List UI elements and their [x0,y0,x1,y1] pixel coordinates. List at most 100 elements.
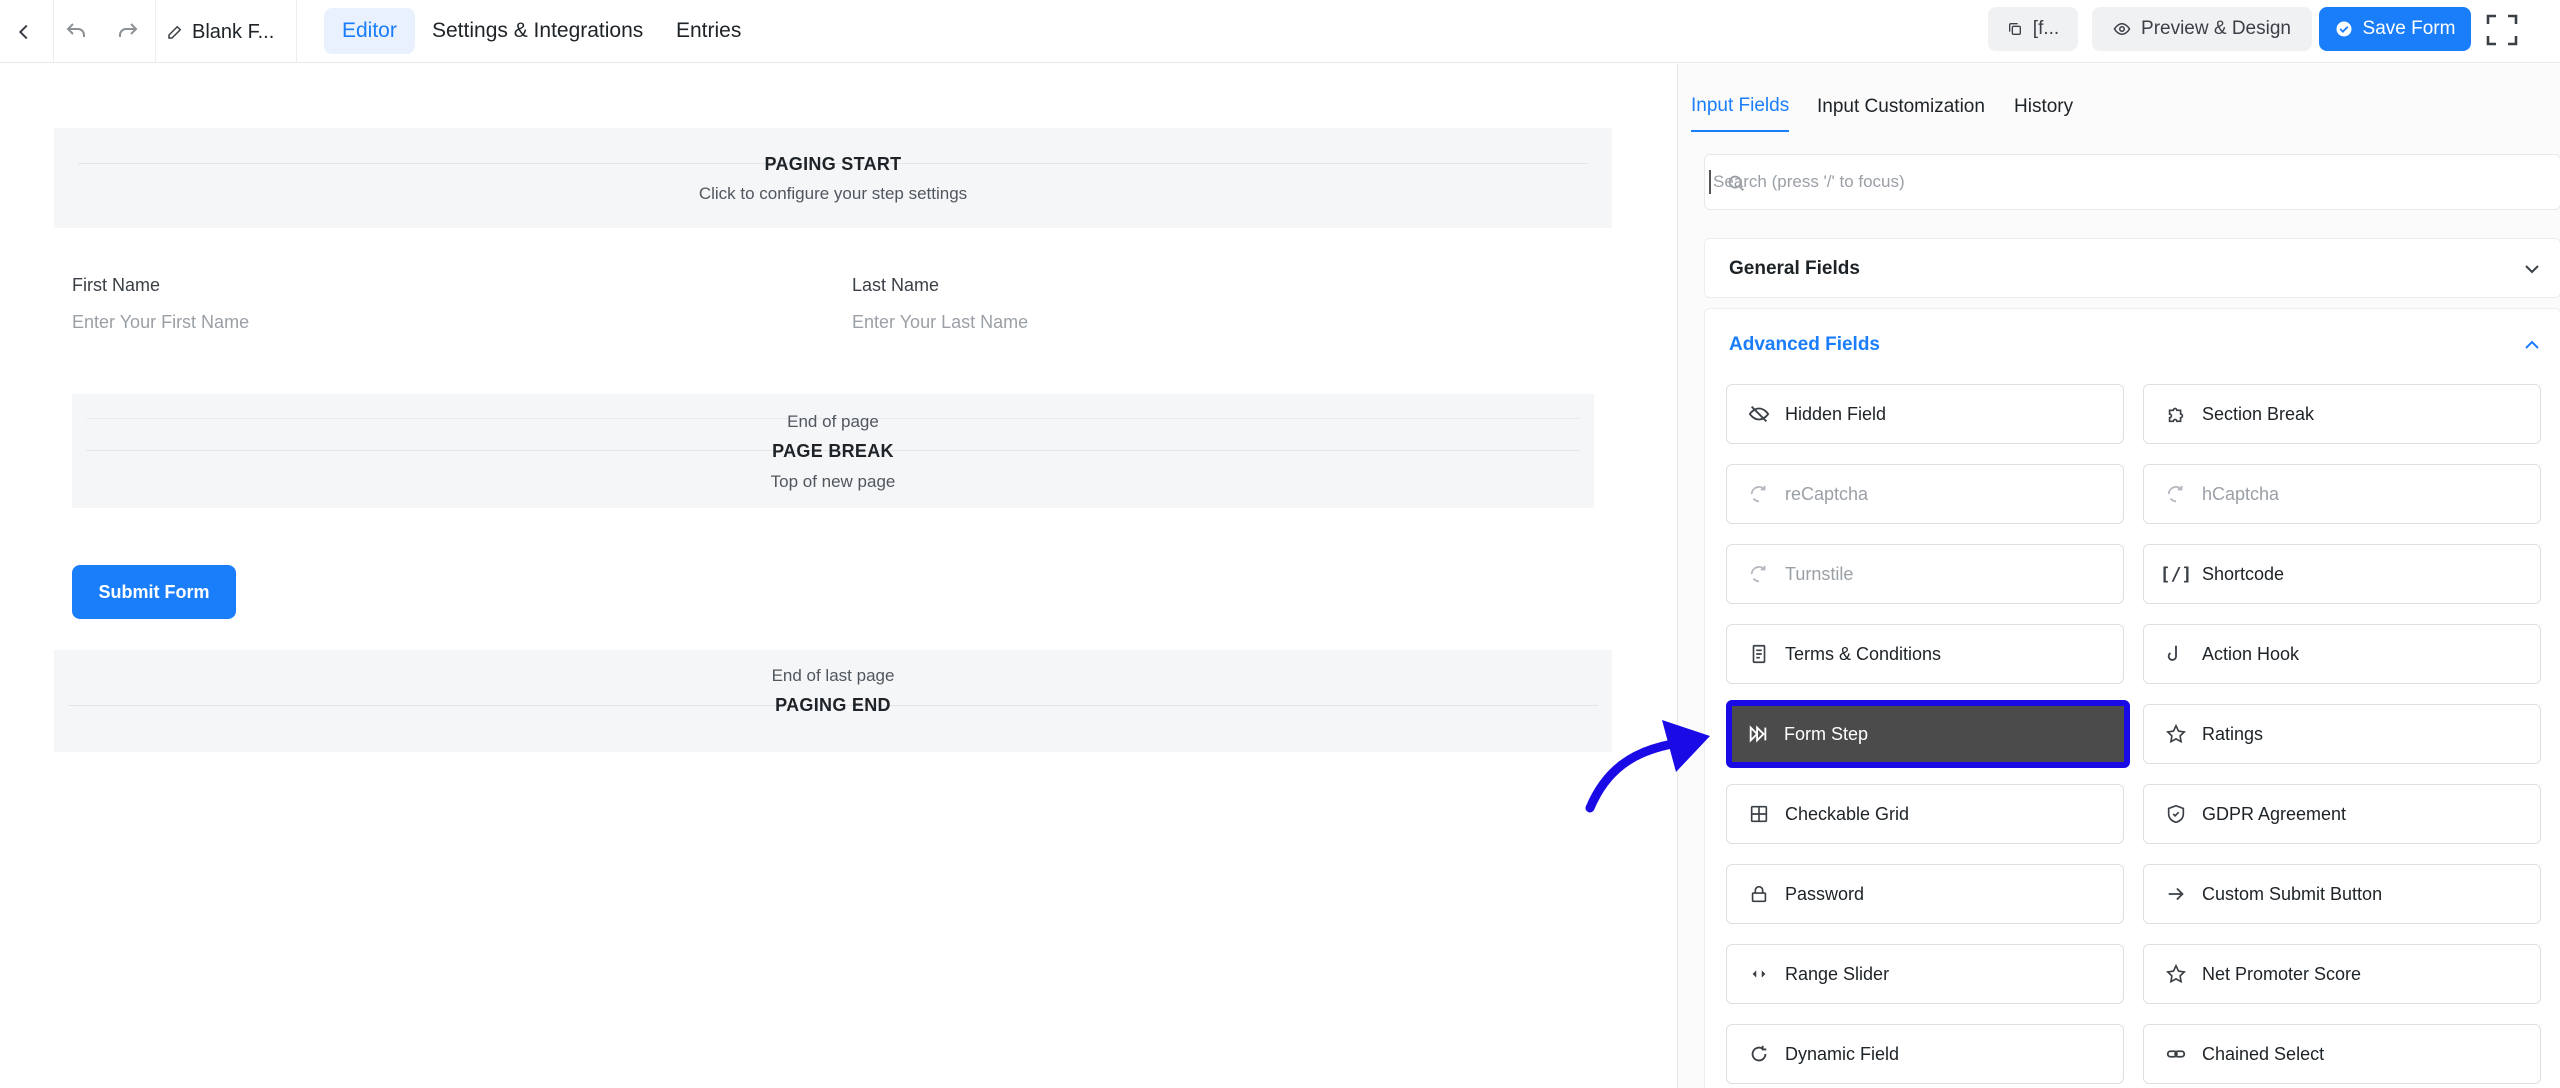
hidden-field-label: Hidden Field [1785,403,1887,424]
password-label: Password [1785,883,1865,904]
save-form-button[interactable]: Save Form [2319,7,2471,51]
ratings-button[interactable]: Ratings [2143,704,2541,764]
first-name-input[interactable]: Enter Your First Name [72,312,249,333]
terms-conditions-button[interactable]: Terms & Conditions [1726,624,2124,684]
fullscreen-icon[interactable] [2482,10,2522,50]
save-label: Save Form [2362,18,2456,39]
paging-start-block[interactable]: PAGING START Click to configure your ste… [54,128,1612,228]
chevron-up-icon[interactable] [2520,333,2544,357]
pencil-icon [168,25,182,39]
page-break-bottom-text: Top of new page [770,472,896,491]
gdpr-agreement-label: GDPR Agreement [2202,803,2347,824]
general-fields-accordion[interactable]: General Fields [1704,238,2560,298]
divider [53,0,54,63]
last-name-label: Last Name [852,275,940,295]
tab-input-fields[interactable]: Input Fields [1691,82,1790,132]
arrow-right-icon [2164,882,2188,906]
search-placeholder: Search (press '/' to focus) [1713,172,1905,191]
grid-icon [1747,802,1771,826]
chained-select-label: Chained Select [2202,1043,2325,1064]
recaptcha-label: reCaptcha [1785,483,1869,504]
range-slider-label: Range Slider [1785,963,1890,984]
captcha-icon [1747,482,1771,506]
lock-icon [1747,882,1771,906]
checkable-grid-button[interactable]: Checkable Grid [1726,784,2124,844]
submit-form-button[interactable]: Submit Form [72,565,236,619]
general-fields-title: General Fields [1729,258,1860,279]
paging-end-block[interactable]: End of last page PAGING END [54,650,1612,752]
advanced-fields-title[interactable]: Advanced Fields [1729,334,1880,356]
password-button[interactable]: Password [1726,864,2124,924]
divider [155,0,156,63]
chained-select-button[interactable]: Chained Select [2143,1024,2541,1084]
text-cursor [1709,170,1711,194]
shortcode-icon: [/] [2159,563,2193,585]
shortcode-copy-button[interactable]: [f... [1988,7,2078,51]
form-title[interactable]: Blank F... [166,15,274,49]
paging-start-subtitle: Click to configure your step settings [698,184,968,203]
form-title-text: Blank F... [192,20,275,43]
link-icon [2164,1042,2188,1066]
dynamic-field-label: Dynamic Field [1785,1043,1900,1064]
tab-entries[interactable]: Entries [658,8,759,54]
form-step-label: Form Step [1784,723,1869,744]
paging-start-title: PAGING START [764,154,902,174]
section-break-button[interactable]: Section Break [2143,384,2541,444]
page-break-top-text: End of page [787,412,879,431]
checkable-grid-label: Checkable Grid [1785,803,1910,824]
net-promoter-score-label: Net Promoter Score [2202,963,2362,984]
top-bar: Blank F... Editor Settings & Integration… [0,0,2560,63]
form-step-button[interactable]: Form Step [1726,700,2130,768]
paging-end-top-text: End of last page [771,666,895,685]
range-slider-button[interactable]: Range Slider [1726,944,2124,1004]
copy-icon [2008,23,2021,35]
last-name-input[interactable]: Enter Your Last Name [852,312,1028,333]
undo-icon[interactable] [56,12,96,52]
paging-end-title: PAGING END [775,695,891,715]
hcaptcha-button[interactable]: hCaptcha [2143,464,2541,524]
first-name-label: First Name [72,275,161,295]
terms-conditions-label: Terms & Conditions [1785,643,1942,664]
slider-icon [1747,962,1771,986]
chevron-down-icon [2525,265,2539,274]
tab-input-customization[interactable]: Input Customization [1817,82,1985,132]
eye-icon [2113,22,2131,36]
shortcode-label: [f... [2032,18,2060,39]
ratings-label: Ratings [2202,723,2264,744]
captcha-icon [1747,562,1771,586]
shortcode-field-label: Shortcode [2202,563,2285,584]
hook-icon [2164,642,2188,666]
puzzle-icon [2164,402,2188,426]
shortcode-button[interactable]: [/] Shortcode [2143,544,2541,604]
turnstile-label: Turnstile [1785,563,1854,584]
refresh-icon [1747,1042,1771,1066]
skip-icon [1746,722,1770,746]
star-icon [2164,962,2188,986]
custom-submit-button-button[interactable]: Custom Submit Button [2143,864,2541,924]
annotation-arrow-icon [1585,720,1710,813]
action-hook-button[interactable]: Action Hook [2143,624,2541,684]
star-icon [2164,722,2188,746]
form-editor-canvas: PAGING START Click to configure your ste… [0,64,1677,1088]
divider [296,0,297,63]
document-icon [1747,642,1771,666]
action-hook-label: Action Hook [2202,643,2300,664]
captcha-icon [2164,482,2188,506]
page-break-title: PAGE BREAK [772,441,894,461]
search-input[interactable]: Search (press '/' to focus) [1704,154,2560,210]
tab-history[interactable]: History [2014,82,2073,132]
page-break-block[interactable]: End of page PAGE BREAK Top of new page [72,394,1594,508]
turnstile-button[interactable]: Turnstile [1726,544,2124,604]
redo-icon[interactable] [108,12,148,52]
hidden-field-button[interactable]: Hidden Field [1726,384,2124,444]
preview-design-button[interactable]: Preview & Design [2092,7,2312,51]
tab-settings-integrations[interactable]: Settings & Integrations [414,8,661,54]
back-icon[interactable] [4,12,44,52]
gdpr-agreement-button[interactable]: GDPR Agreement [2143,784,2541,844]
eye-off-icon [1747,402,1771,426]
hcaptcha-label: hCaptcha [2202,483,2280,504]
net-promoter-score-button[interactable]: Net Promoter Score [2143,944,2541,1004]
dynamic-field-button[interactable]: Dynamic Field [1726,1024,2124,1084]
tab-editor[interactable]: Editor [324,8,415,54]
recaptcha-button[interactable]: reCaptcha [1726,464,2124,524]
